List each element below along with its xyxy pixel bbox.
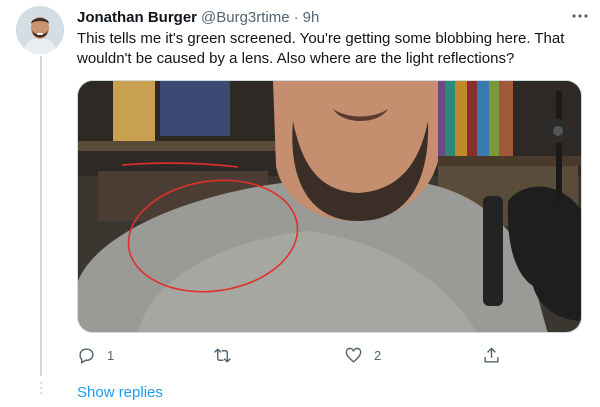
author-name[interactable]: Jonathan Burger — [77, 9, 197, 26]
share-icon — [484, 346, 499, 363]
like-count: 2 — [374, 347, 382, 363]
separator: · — [293, 8, 299, 26]
heart-icon — [345, 347, 362, 363]
more-options-icon[interactable] — [570, 6, 590, 26]
timestamp[interactable]: 9h — [303, 9, 320, 26]
like-button[interactable]: 2 — [344, 344, 381, 366]
avatar-image — [16, 6, 64, 54]
video-still-image — [78, 81, 581, 332]
tweet-header: Jonathan Burger @Burg3rtime · 9h — [77, 6, 588, 28]
show-replies-link[interactable]: Show replies — [77, 384, 163, 401]
retweet-button[interactable] — [213, 344, 243, 366]
author-handle[interactable]: @Burg3rtime — [201, 9, 290, 26]
share-button[interactable] — [482, 344, 501, 366]
reply-count: 1 — [107, 347, 115, 363]
reply-button[interactable]: 1 — [77, 344, 114, 366]
reply-icon — [79, 347, 94, 364]
retweet-icon — [214, 348, 231, 362]
tweet-media[interactable] — [77, 80, 582, 333]
thread-line — [40, 56, 42, 376]
avatar[interactable] — [16, 6, 64, 54]
thread-dots — [39, 382, 43, 397]
tweet-actions: 1 2 — [77, 344, 507, 366]
tweet-text: This tells me it's green screened. You'r… — [77, 30, 565, 67]
